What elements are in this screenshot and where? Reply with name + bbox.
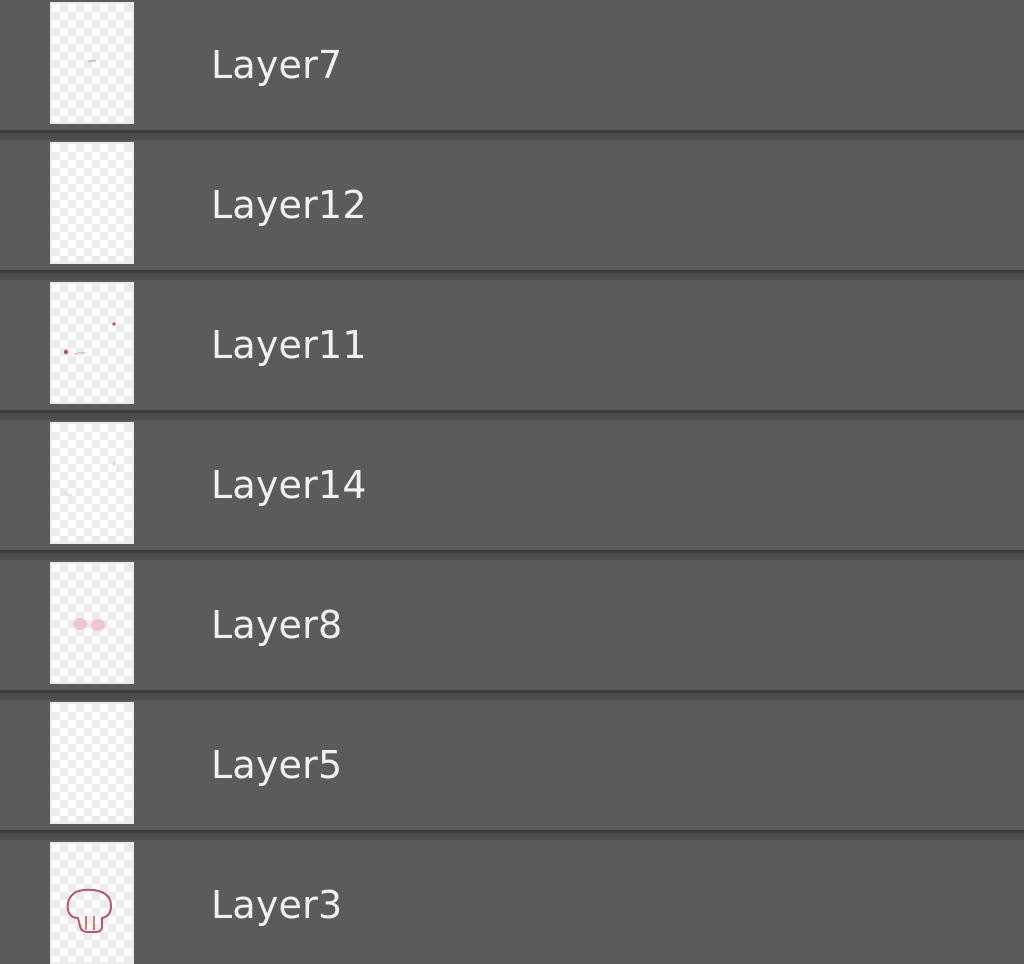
layer-name[interactable]: Layer7 [211,0,342,130]
layer8-thumbnail-art [73,618,105,631]
layer-row-layer12[interactable]: Layer12 [0,140,1024,273]
layer-name[interactable]: Layer3 [211,840,342,964]
layer3-thumbnail-art [66,888,112,933]
layer-name[interactable]: Layer5 [211,700,342,830]
layer12-thumbnail-art [52,144,132,262]
layer-row-layer7[interactable]: Layer7 [0,0,1024,133]
layer-name[interactable]: Layer11 [211,280,367,410]
layer5-thumbnail[interactable] [50,702,134,824]
layer7-thumbnail[interactable] [50,2,134,124]
layer7-thumbnail-art [87,59,97,63]
layer-row-layer8[interactable]: Layer8 [0,560,1024,693]
layer3-thumbnail[interactable] [50,842,134,964]
layer-row-layer3[interactable]: Layer3 [0,840,1024,964]
layer8-thumbnail[interactable] [50,562,134,684]
layer-row-layer14[interactable]: Layer14 [0,420,1024,553]
layer-name[interactable]: Layer12 [211,140,367,270]
layer-name[interactable]: Layer14 [211,420,367,550]
layer14-thumbnail[interactable] [50,422,134,544]
layer11-thumbnail[interactable] [50,282,134,404]
layer-name[interactable]: Layer8 [211,560,342,690]
layer5-thumbnail-art [52,704,132,822]
layer12-thumbnail[interactable] [50,142,134,264]
layers-panel: Layer7 Layer12 Layer11 Layer14 Layer8 La… [0,0,1024,964]
layer-row-layer5[interactable]: Layer5 [0,700,1024,833]
layer14-thumbnail-art [63,462,116,497]
layer-row-layer11[interactable]: Layer11 [0,280,1024,413]
layer11-thumbnail-art [63,322,116,355]
